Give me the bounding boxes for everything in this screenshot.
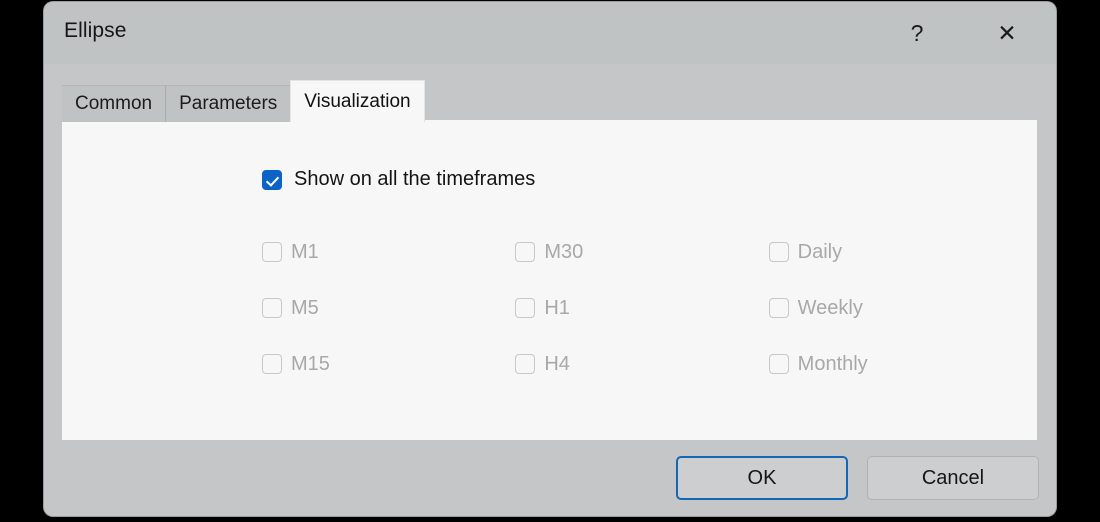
ellipse-dialog: Ellipse ? ✕ Common Parameters Visualizat…	[44, 2, 1056, 516]
show-on-all-timeframes-row[interactable]: Show on all the timeframes	[262, 168, 535, 191]
timeframe-item-daily[interactable]: Daily	[768, 240, 1022, 264]
tab-visualization-label: Visualization	[304, 90, 411, 112]
cancel-button-label: Cancel	[921, 466, 985, 489]
tab-parameters-label: Parameters	[179, 93, 278, 114]
visualization-panel: Show on all the timeframes M1 M30 Daily	[62, 120, 1037, 440]
tab-common[interactable]: Common	[62, 85, 166, 122]
timeframe-item-m1[interactable]: M1	[262, 241, 515, 264]
tab-visualization[interactable]: Visualization	[290, 80, 425, 122]
daily-checkbox[interactable]	[768, 242, 789, 262]
close-icon: ✕	[997, 19, 1017, 46]
monthly-label: Monthly	[797, 352, 868, 375]
timeframe-row: M1 M30 Daily	[262, 224, 1022, 280]
show-on-all-timeframes-label: Show on all the timeframes	[294, 168, 536, 190]
tab-strip: Common Parameters Visualization	[62, 80, 425, 122]
h4-label: H4	[544, 352, 570, 375]
h1-label: H1	[544, 296, 570, 319]
ok-button[interactable]: OK	[676, 456, 848, 500]
page-title: Ellipse	[64, 19, 127, 42]
timeframe-item-weekly[interactable]: Weekly	[768, 296, 1022, 320]
help-button[interactable]: ?	[894, 10, 940, 56]
m15-checkbox[interactable]	[262, 354, 282, 374]
m30-checkbox[interactable]	[515, 242, 536, 262]
m30-label: M30	[544, 240, 584, 263]
weekly-label: Weekly	[797, 296, 863, 319]
show-on-all-timeframes-checkbox[interactable]	[262, 169, 282, 190]
tab-parameters[interactable]: Parameters	[165, 85, 291, 122]
m5-label: M5	[291, 296, 319, 319]
m1-label: M1	[291, 240, 319, 263]
cancel-button[interactable]: Cancel	[867, 456, 1039, 500]
timeframe-item-h1[interactable]: H1	[515, 297, 768, 320]
h4-checkbox[interactable]	[515, 354, 536, 374]
ok-button-label: OK	[747, 466, 777, 489]
timeframe-row: M5 H1 Weekly	[262, 280, 1022, 336]
timeframe-checkbox-grid: M1 M30 Daily M5 H1 Weekly M15 H4 Monthly	[262, 224, 1022, 392]
dialog-footer: OK Cancel	[676, 456, 1039, 500]
close-button[interactable]: ✕	[984, 10, 1030, 56]
timeframe-item-m30[interactable]: M30	[515, 241, 768, 264]
timeframe-item-m5[interactable]: M5	[262, 297, 515, 320]
timeframe-item-m15[interactable]: M15	[262, 353, 515, 376]
weekly-checkbox[interactable]	[768, 298, 789, 318]
title-bar: Ellipse ? ✕	[44, 2, 1056, 64]
h1-checkbox[interactable]	[515, 298, 536, 318]
monthly-checkbox[interactable]	[768, 354, 789, 374]
m5-checkbox[interactable]	[262, 298, 282, 318]
timeframe-item-monthly[interactable]: Monthly	[768, 352, 1022, 376]
timeframe-row: M15 H4 Monthly	[262, 336, 1022, 392]
m1-checkbox[interactable]	[262, 242, 282, 262]
daily-label: Daily	[797, 240, 843, 263]
tab-common-label: Common	[75, 93, 153, 114]
m15-label: M15	[291, 352, 330, 375]
timeframe-item-h4[interactable]: H4	[515, 353, 768, 376]
question-mark-icon: ?	[910, 19, 924, 46]
